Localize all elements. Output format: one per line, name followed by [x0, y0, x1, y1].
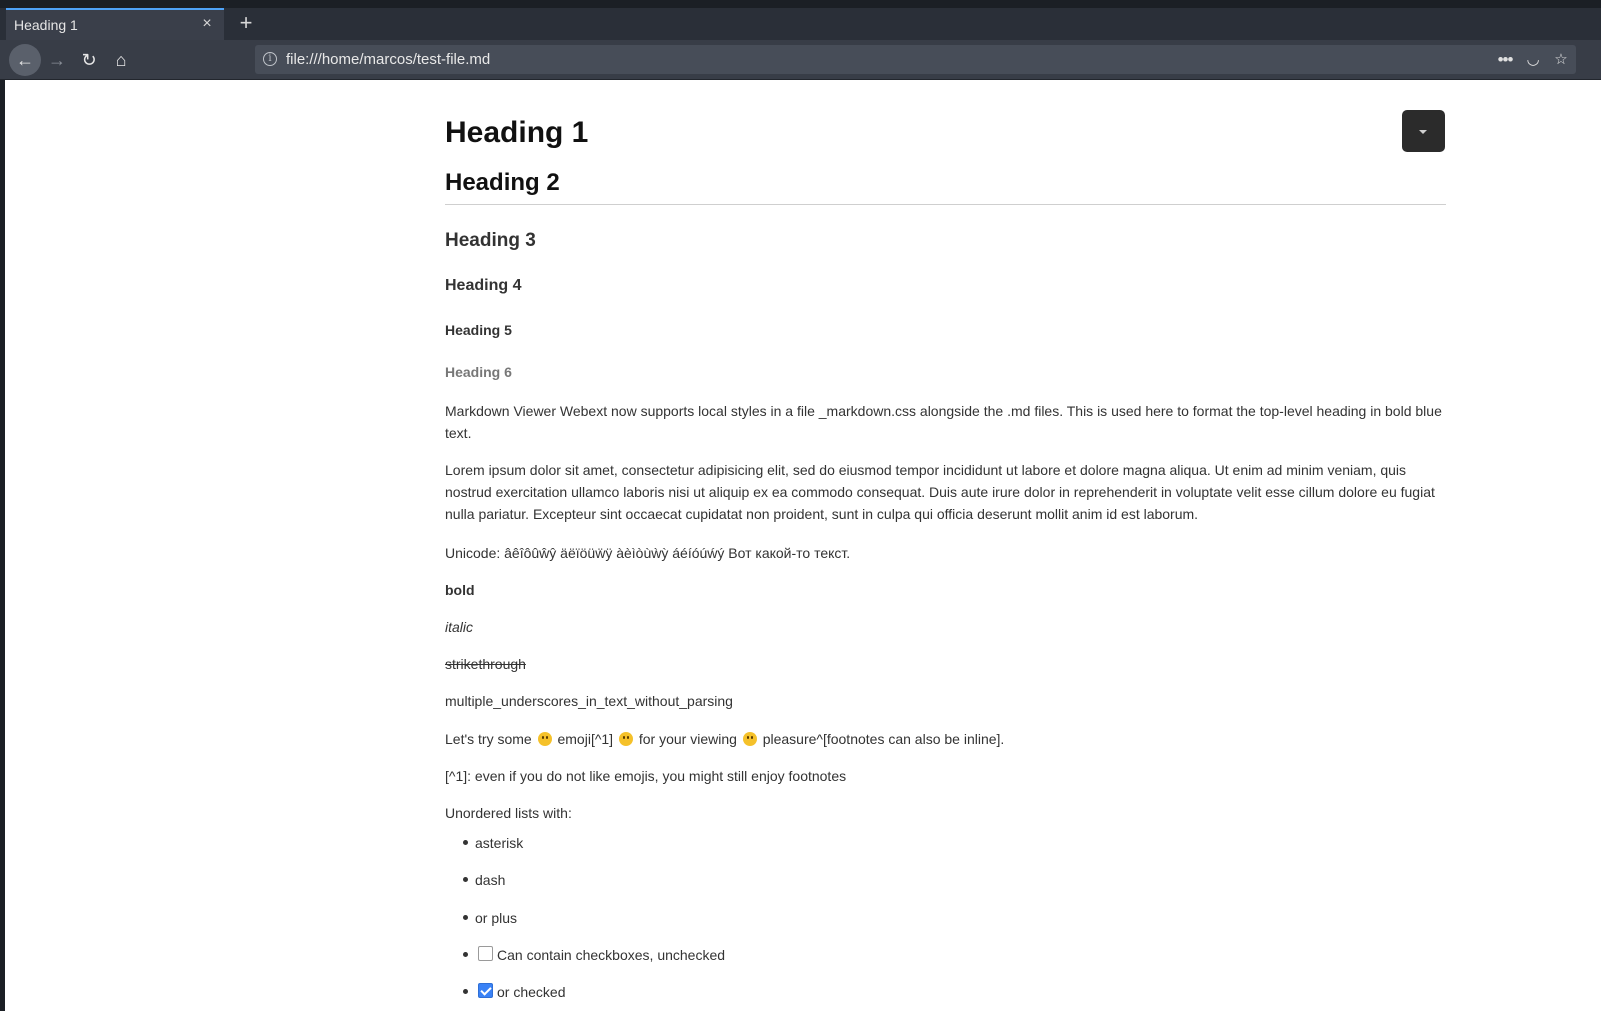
- reload-icon[interactable]: ↻: [73, 44, 105, 76]
- heading-6: Heading 6: [445, 364, 512, 380]
- heading-4: Heading 4: [445, 277, 522, 294]
- emoji-text-4: pleasure^[footnotes can also be inline].: [762, 731, 1005, 747]
- emoji-text-1: Let's try some: [445, 731, 532, 747]
- list-item-text: asterisk: [475, 835, 524, 851]
- url-text[interactable]: file:///home/marcos/test-file.md: [286, 51, 490, 68]
- url-bar[interactable]: i file:///home/marcos/test-file.md ••• ◡…: [255, 45, 1576, 74]
- viewer-menu-button[interactable]: [1402, 110, 1445, 152]
- paragraph-lorem: Lorem ipsum dolor sit amet, consectetur …: [445, 462, 1435, 522]
- list-item-text: Can contain checkboxes, unchecked: [497, 947, 726, 963]
- grin-emoji-icon: [618, 732, 633, 746]
- new-tab-button[interactable]: +: [234, 10, 258, 36]
- bullet-icon: [463, 840, 468, 845]
- window-left-edge: [0, 80, 5, 1011]
- list-item-text: or plus: [475, 910, 518, 926]
- bullet-icon: [463, 952, 468, 957]
- bookmark-star-icon[interactable]: ☆: [1550, 49, 1572, 71]
- navigation-toolbar: ← → ↻ ⌂ i file:///home/marcos/test-file.…: [0, 40, 1601, 80]
- list-item-text: dash: [475, 872, 506, 888]
- emoji-text-3: for your viewing: [638, 731, 737, 747]
- paragraph-footnote: [^1]: even if you do not like emojis, yo…: [445, 768, 847, 784]
- tab-title: Heading 1: [14, 17, 78, 33]
- more-icon[interactable]: •••: [1494, 49, 1516, 71]
- tab-bar: Heading 1 × +: [0, 8, 1601, 40]
- heading-1: Heading 1: [445, 116, 589, 149]
- list-item-text: or checked: [497, 984, 566, 1000]
- paragraph-italic: italic: [445, 619, 474, 635]
- heading-2: Heading 2: [445, 169, 560, 196]
- smile-emoji-icon: [537, 732, 552, 746]
- paragraph-strikethrough: strikethrough: [445, 656, 526, 672]
- emoji-text-2: emoji[^1]: [557, 731, 614, 747]
- bullet-icon: [463, 877, 468, 882]
- info-icon[interactable]: i: [263, 52, 277, 66]
- checkbox-checked[interactable]: [478, 983, 493, 998]
- bullet-icon: [463, 989, 468, 994]
- back-arrow-icon[interactable]: ←: [9, 44, 41, 76]
- window-top-strip: [0, 0, 1601, 8]
- close-icon[interactable]: ×: [198, 15, 216, 33]
- paragraph-list-intro: Unordered lists with:: [445, 805, 572, 821]
- home-icon[interactable]: ⌂: [105, 44, 137, 76]
- paragraph-emoji: Let's try some emoji[^1] for your viewin…: [445, 728, 1446, 750]
- caret-down-icon: [1419, 130, 1427, 134]
- pocket-icon[interactable]: ◡: [1522, 49, 1544, 71]
- checkbox-unchecked[interactable]: [478, 946, 493, 961]
- tab-active[interactable]: Heading 1 ×: [6, 8, 224, 40]
- paragraph-unicode: Unicode: âêîôûŵŷ äëïöüẅÿ àèìòùẁỳ áéíóúẃý…: [445, 545, 851, 561]
- forward-arrow-icon[interactable]: →: [41, 44, 73, 76]
- heading-3: Heading 3: [445, 230, 536, 251]
- paragraph-markdown-css: Markdown Viewer Webext now supports loca…: [445, 403, 1442, 441]
- heading-5: Heading 5: [445, 322, 512, 338]
- bullet-icon: [463, 915, 468, 920]
- paragraph-underscores: multiple_underscores_in_text_without_par…: [445, 693, 733, 709]
- heading-2-rule: [445, 204, 1446, 205]
- joy-emoji-icon: [742, 732, 757, 746]
- paragraph-bold: bold: [445, 582, 475, 598]
